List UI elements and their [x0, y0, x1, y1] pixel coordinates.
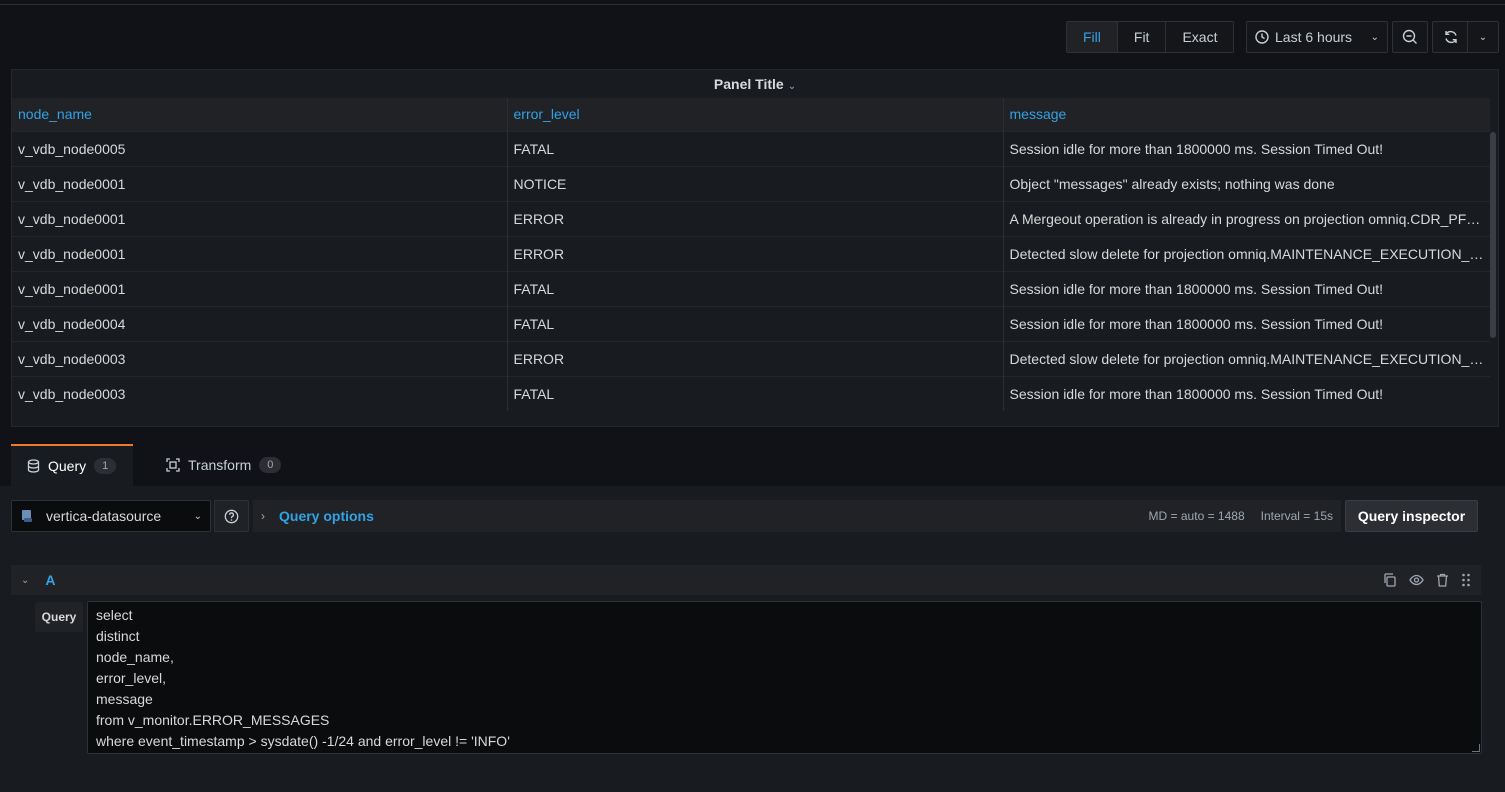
zoom-out-icon: [1402, 29, 1418, 45]
cell-node-name: v_vdb_node0001: [12, 235, 508, 271]
zoom-out-button[interactable]: [1392, 21, 1428, 53]
table-row: v_vdb_node0003 FATAL Session idle for mo…: [12, 375, 1490, 411]
refresh-button[interactable]: [1432, 21, 1468, 53]
tab-query[interactable]: Query 1: [11, 444, 133, 486]
column-header-message[interactable]: message: [1003, 98, 1490, 131]
cell-message: A Mergeout operation is already in progr…: [1003, 200, 1490, 236]
query-line: where event_timestamp > sysdate() -1/24 …: [96, 733, 510, 749]
cell-message: Session idle for more than 1800000 ms. S…: [1003, 270, 1490, 306]
datasource-icon: [20, 509, 34, 523]
cell-error-level: FATAL: [507, 130, 1004, 166]
tab-transform[interactable]: Transform 0: [150, 444, 297, 486]
cell-message: Session idle for more than 1800000 ms. S…: [1003, 375, 1490, 411]
cell-error-level: ERROR: [507, 340, 1004, 376]
datasource-help-button[interactable]: [214, 500, 249, 532]
drag-handle-icon[interactable]: [1461, 573, 1471, 587]
table-row: v_vdb_node0001 NOTICE Object "messages" …: [12, 165, 1490, 201]
cell-node-name: v_vdb_node0001: [12, 165, 508, 201]
query-line: message: [96, 691, 153, 707]
cell-error-level: FATAL: [507, 375, 1004, 411]
chevron-right-icon: ›: [261, 509, 265, 523]
table-row: v_vdb_node0001 ERROR Detected slow delet…: [12, 235, 1490, 271]
cell-message: Session idle for more than 1800000 ms. S…: [1003, 130, 1490, 166]
scale-toggle: Fill Fit Exact: [1066, 21, 1235, 53]
panel-toolbar: Fill Fit Exact Last 6 hours ⌄ ⌄: [0, 21, 1505, 53]
time-range-picker[interactable]: Last 6 hours ⌄: [1246, 21, 1388, 53]
table-row: v_vdb_node0004 FATAL Session idle for mo…: [12, 305, 1490, 341]
refresh-interval-dropdown[interactable]: ⌄: [1467, 21, 1499, 53]
query-line: from v_monitor.ERROR_MESSAGES: [96, 712, 330, 728]
results-table: node_name error_level message v_vdb_node…: [12, 98, 1490, 411]
question-circle-icon: [224, 509, 239, 524]
refresh-icon: [1443, 29, 1459, 45]
scale-fit-button[interactable]: Fit: [1117, 22, 1167, 52]
table-row: v_vdb_node0001 ERROR A Mergeout operatio…: [12, 200, 1490, 236]
interval-info: Interval = 15s: [1260, 509, 1333, 523]
query-options-label: Query options: [279, 508, 374, 524]
column-header-error-level[interactable]: error_level: [507, 98, 1004, 131]
cell-error-level: ERROR: [507, 200, 1004, 236]
table-row: v_vdb_node0005 FATAL Session idle for mo…: [12, 130, 1490, 166]
chevron-down-icon: ⌄: [1370, 31, 1379, 43]
column-header-node-name[interactable]: node_name: [12, 98, 508, 131]
cell-node-name: v_vdb_node0005: [12, 130, 508, 166]
scale-exact-button[interactable]: Exact: [1166, 22, 1234, 52]
query-line: node_name,: [96, 649, 174, 665]
editor-tabs: Query 1 Transform 0: [0, 444, 1505, 486]
query-row-header: ⌄ A: [11, 565, 1481, 595]
cell-node-name: v_vdb_node0003: [12, 375, 508, 411]
query-textarea[interactable]: select distinct node_name, error_level, …: [87, 601, 1482, 754]
duplicate-icon[interactable]: [1383, 573, 1397, 587]
cell-message: Object "messages" already exists; nothin…: [1003, 165, 1490, 201]
table-scrollbar[interactable]: [1490, 132, 1496, 338]
cell-error-level: FATAL: [507, 305, 1004, 341]
cell-message: Session idle for more than 1800000 ms. S…: [1003, 305, 1490, 341]
datasource-name: vertica-datasource: [46, 508, 162, 524]
cell-error-level: ERROR: [507, 235, 1004, 271]
tab-query-label: Query: [48, 458, 87, 474]
tab-transform-count: 0: [259, 457, 282, 473]
datasource-picker[interactable]: vertica-datasource ⌄: [11, 500, 211, 532]
scale-fill-button[interactable]: Fill: [1067, 22, 1118, 52]
chevron-down-icon[interactable]: ⌄: [21, 575, 29, 586]
query-row-actions: [1383, 573, 1471, 587]
trash-icon[interactable]: [1436, 573, 1449, 587]
tab-transform-label: Transform: [188, 457, 252, 473]
cell-message: Detected slow delete for projection omni…: [1003, 235, 1490, 271]
cell-error-level: NOTICE: [507, 165, 1004, 201]
query-ref-id[interactable]: A: [45, 572, 55, 588]
max-data-points-info: MD = auto = 1488: [1148, 509, 1245, 523]
query-line: distinct: [96, 628, 140, 644]
cell-node-name: v_vdb_node0003: [12, 340, 508, 376]
cell-error-level: FATAL: [507, 270, 1004, 306]
query-line: select: [96, 607, 133, 623]
query-inspector-button[interactable]: Query inspector: [1345, 500, 1478, 532]
top-divider: [0, 4, 1505, 5]
time-range-label: Last 6 hours: [1275, 29, 1353, 45]
transform-icon: [166, 458, 180, 472]
chevron-down-icon: ⌄: [1478, 31, 1488, 43]
table-row: v_vdb_node0003 ERROR Detected slow delet…: [12, 340, 1490, 376]
chevron-down-icon: ⌄: [787, 81, 797, 92]
query-line: error_level,: [96, 670, 167, 686]
resize-handle[interactable]: [1472, 744, 1480, 752]
database-icon: [27, 459, 40, 473]
cell-message: Detected slow delete for projection omni…: [1003, 340, 1490, 376]
eye-icon[interactable]: [1409, 573, 1424, 587]
query-options-row[interactable]: › Query options MD = auto = 1488 Interva…: [253, 500, 1341, 532]
table-header-row: node_name error_level message: [12, 98, 1490, 131]
clock-icon: [1255, 30, 1269, 44]
chevron-down-icon: ⌄: [193, 510, 202, 522]
query-field-label: Query: [35, 602, 83, 632]
table-panel: Panel Title ⌄ node_name error_level messa…: [11, 69, 1499, 427]
cell-node-name: v_vdb_node0001: [12, 270, 508, 306]
cell-node-name: v_vdb_node0001: [12, 200, 508, 236]
panel-title[interactable]: Panel Title ⌄: [12, 70, 1498, 98]
tab-query-count: 1: [94, 458, 117, 474]
table-row: v_vdb_node0001 FATAL Session idle for mo…: [12, 270, 1490, 306]
cell-node-name: v_vdb_node0004: [12, 305, 508, 341]
